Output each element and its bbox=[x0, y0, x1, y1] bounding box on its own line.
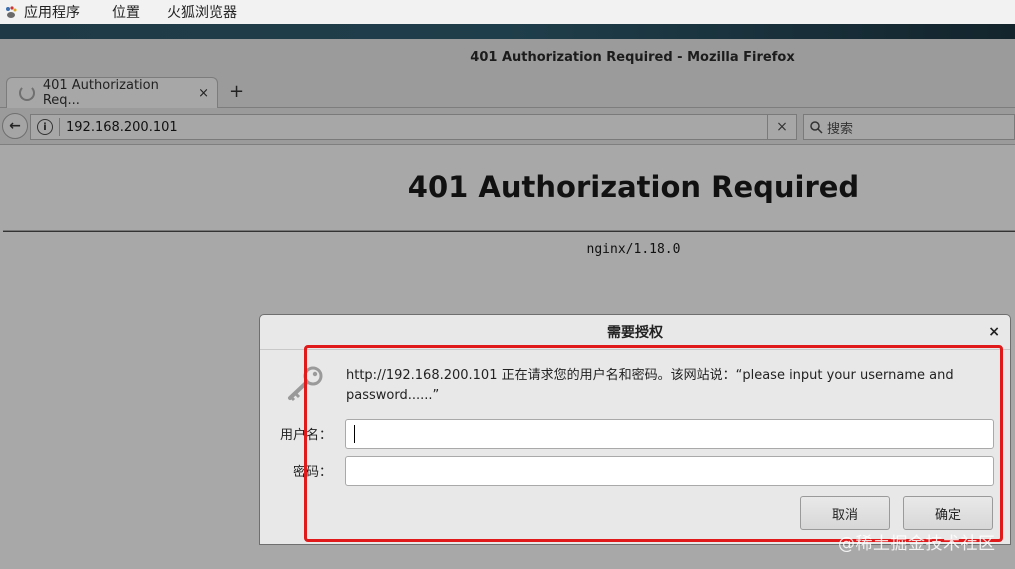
page-divider bbox=[3, 230, 1015, 232]
tab-label: 401 Authorization Req... bbox=[42, 78, 159, 108]
search-bar[interactable]: 搜索 bbox=[803, 114, 1015, 140]
tab-401[interactable]: 401 Authorization Req... × bbox=[6, 77, 218, 108]
server-signature: nginx/1.18.0 bbox=[586, 242, 681, 257]
loading-spinner-icon bbox=[19, 85, 35, 101]
search-placeholder: 搜索 bbox=[827, 121, 854, 137]
new-tab-button[interactable]: + bbox=[229, 81, 244, 102]
back-button[interactable]: ← bbox=[2, 113, 28, 139]
applications-menu[interactable]: 应用程序 bbox=[0, 0, 109, 24]
magnifier-icon bbox=[810, 120, 823, 134]
url-bar[interactable]: i 192.168.200.101 × bbox=[30, 114, 797, 140]
gnome-foot-icon bbox=[6, 6, 17, 18]
watermark-text: @稀土掘金技术社区 bbox=[838, 534, 996, 554]
annotation-highlight-box bbox=[304, 345, 1003, 542]
window-title: 401 Authorization Required - Mozilla Fir… bbox=[470, 49, 795, 65]
desktop-panel-stripe bbox=[0, 24, 1015, 39]
applications-label: 应用程序 bbox=[24, 5, 80, 21]
clear-url-icon[interactable]: × bbox=[767, 115, 796, 139]
firefox-label: 火狐浏览器 bbox=[167, 5, 237, 21]
window-titlebar[interactable]: 401 Authorization Required - Mozilla Fir… bbox=[0, 39, 1015, 75]
navigation-bar: ← i 192.168.200.101 × 搜索 bbox=[0, 108, 1015, 145]
gnome-top-bar: 应用程序 位置 火狐浏览器 bbox=[0, 0, 1015, 24]
page-heading: 401 Authorization Required bbox=[407, 170, 860, 204]
site-info-icon[interactable]: i bbox=[37, 119, 53, 135]
tab-strip: 401 Authorization Req... × + bbox=[0, 75, 1015, 108]
firefox-app-menu[interactable]: 火狐浏览器 bbox=[167, 0, 237, 24]
places-label: 位置 bbox=[112, 5, 140, 21]
url-separator bbox=[59, 118, 60, 136]
dialog-title: 需要授权 bbox=[607, 325, 663, 341]
tab-close-icon[interactable]: × bbox=[198, 86, 209, 101]
url-text[interactable]: 192.168.200.101 bbox=[66, 120, 767, 135]
dialog-close-icon[interactable]: × bbox=[988, 324, 1000, 340]
places-menu[interactable]: 位置 bbox=[112, 0, 167, 24]
